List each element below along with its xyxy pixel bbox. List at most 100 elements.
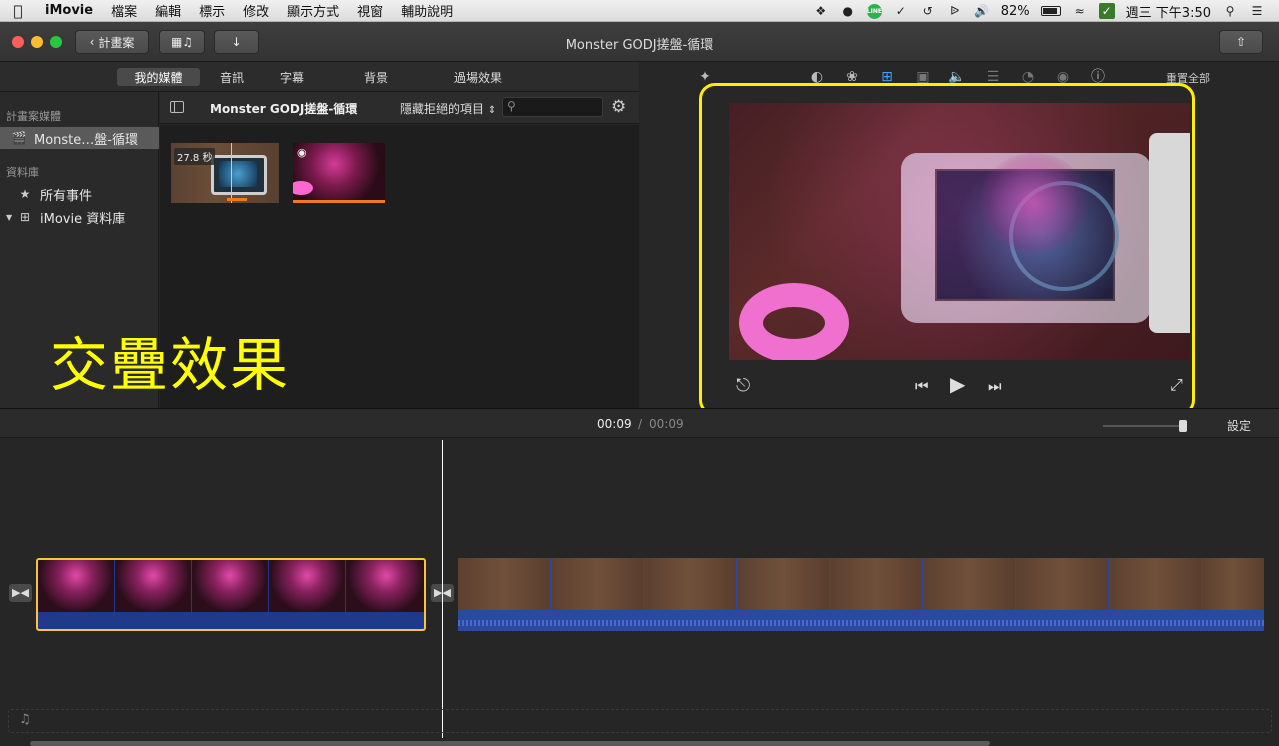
- star-icon: ★: [19, 187, 31, 201]
- clip-frame: [737, 558, 829, 610]
- playhead[interactable]: [442, 440, 443, 738]
- dropbox-icon[interactable]: ❖: [813, 3, 829, 19]
- camera-icon: ◉: [297, 146, 307, 159]
- clip-frame: [644, 558, 736, 610]
- library-heading: 資料庫: [6, 166, 39, 179]
- wifi-icon[interactable]: ≈: [1072, 3, 1088, 19]
- menu-file[interactable]: 檔案: [102, 1, 146, 20]
- search-input[interactable]: [521, 99, 599, 115]
- current-time: 00:09: [597, 417, 632, 431]
- sidebar-all-events-label: 所有事件: [40, 188, 93, 204]
- clapper-icon: 🎬: [11, 131, 27, 145]
- clip-thumbnail-pink[interactable]: ◉: [293, 143, 385, 203]
- sidebar-project-label: Monste…盤-循環: [34, 132, 138, 148]
- spotlight-icon[interactable]: ⚲: [1222, 3, 1238, 19]
- volume-icon[interactable]: 🔊: [974, 3, 990, 19]
- clip-duration-badge: 27.8 秒: [174, 148, 216, 165]
- project-media-heading: 計畫案媒體: [6, 110, 61, 123]
- transition-icon-left[interactable]: ▶◀: [9, 584, 32, 602]
- share-icon: ⇧: [1235, 35, 1247, 49]
- time-separator: /: [638, 417, 643, 431]
- tasks-icon[interactable]: ✓: [893, 3, 909, 19]
- filter-label: 隱藏拒絕的項目: [400, 102, 485, 116]
- search-icon: ⚲: [507, 99, 516, 113]
- clip-frame: [1202, 558, 1264, 610]
- viewer-highlight-frame: ⎋ ⏮ ▶ ⏭ ⤢: [699, 83, 1195, 416]
- menu-view[interactable]: 顯示方式: [278, 1, 348, 20]
- fullscreen-icon[interactable]: ⤢: [1170, 375, 1183, 395]
- audio-waveform: [458, 620, 1264, 626]
- clip-frame: [458, 558, 550, 610]
- menu-help[interactable]: 輔助說明: [392, 1, 462, 20]
- horizontal-scrollbar[interactable]: [30, 741, 990, 746]
- media-browser-header: Monster GODJ搓盤-循環 隱藏拒絕的項目 ⇕ ⚲ ⚙: [160, 92, 639, 124]
- line-icon[interactable]: LINE: [866, 3, 882, 19]
- filter-select[interactable]: 隱藏拒絕的項目 ⇕: [400, 100, 496, 117]
- app-status-icon[interactable]: ✓: [1098, 3, 1115, 19]
- device-display: [219, 161, 257, 187]
- timeline-toolbar: 00:09 / 00:09 設定: [0, 408, 1279, 438]
- updown-chevron-icon: ⇕: [487, 105, 497, 116]
- total-time: 00:09: [649, 417, 684, 431]
- sidebar-item-all-events[interactable]: ★ 所有事件: [0, 183, 159, 205]
- play-icon[interactable]: ▶: [950, 372, 965, 396]
- menu-mark[interactable]: 標示: [190, 1, 234, 20]
- battery-percent: 82%: [1000, 3, 1030, 19]
- sidebar-library-label: iMovie 資料庫: [40, 211, 126, 227]
- menu-edit[interactable]: 編輯: [146, 1, 190, 20]
- sidebar-item-project[interactable]: 🎬 Monste…盤-循環: [0, 127, 159, 149]
- event-title: Monster GODJ搓盤-循環: [210, 102, 358, 116]
- browser-tabs: 我的媒體 音訊 字幕 背景 過場效果: [0, 62, 639, 92]
- timeline-settings-button[interactable]: 設定: [1227, 417, 1251, 434]
- clip-frame: [38, 560, 114, 612]
- skip-back-icon[interactable]: ⏮: [915, 377, 929, 395]
- overlay-caption: 交疊效果: [50, 331, 291, 399]
- gear-icon[interactable]: ⚙: [611, 97, 626, 117]
- imovie-window: { "menubar": { "app_name": "iMovie", "it…: [0, 0, 1279, 746]
- playhead-marker: [231, 143, 232, 203]
- qq-icon[interactable]: ●: [840, 3, 856, 19]
- clip-frame: [115, 560, 191, 612]
- share-button[interactable]: ⇧: [1219, 30, 1263, 54]
- grid-icon: ⊞: [19, 210, 31, 224]
- search-field[interactable]: ⚲: [502, 97, 603, 117]
- title-bar: ‹ 計畫案 ▦♫ ↓ Monster GODJ搓盤-循環 ⇧: [0, 22, 1279, 62]
- pink-disc: [293, 181, 313, 195]
- battery-icon[interactable]: [1040, 6, 1061, 16]
- clip-frame: [551, 558, 643, 610]
- bluetooth-icon[interactable]: ᐉ: [947, 3, 963, 19]
- tab-backgrounds[interactable]: 背景: [356, 68, 396, 86]
- clip-frame: [269, 560, 345, 612]
- clip-thumbnail-device[interactable]: 27.8 秒: [171, 143, 279, 203]
- clip-frame: [923, 558, 1015, 610]
- zoom-slider-knob[interactable]: [1179, 420, 1187, 432]
- used-range-bar: [227, 198, 247, 201]
- clip-frame: [830, 558, 922, 610]
- clock[interactable]: 週三 下午3:50: [1126, 2, 1211, 21]
- used-range-bar-full: [293, 200, 385, 203]
- tab-audio[interactable]: 音訊: [212, 68, 252, 86]
- zoom-slider[interactable]: [1103, 420, 1187, 432]
- sidebar-toggle-icon[interactable]: [170, 101, 184, 113]
- second-clip[interactable]: [458, 558, 1264, 631]
- tab-transitions[interactable]: 過場效果: [446, 68, 510, 86]
- clip-frame: [1109, 558, 1201, 610]
- menu-modify[interactable]: 修改: [234, 1, 278, 20]
- clip-frame: [192, 560, 268, 612]
- menu-app-name[interactable]: iMovie: [36, 3, 102, 18]
- window-title: Monster GODJ搓盤-循環: [565, 38, 714, 53]
- selected-clip[interactable]: [36, 558, 426, 631]
- sidebar-item-library[interactable]: ▼ ⊞ iMovie 資料庫: [0, 206, 159, 228]
- menu-bar:  iMovie 檔案 編輯 標示 修改 顯示方式 視窗 輔助說明 ❖ ● LI…: [0, 0, 1279, 22]
- music-note-icon: ♫: [19, 712, 31, 727]
- tab-titles[interactable]: 字幕: [272, 68, 312, 86]
- microphone-icon[interactable]: ⎋: [736, 375, 750, 396]
- tab-my-media[interactable]: 我的媒體: [117, 68, 200, 86]
- time-machine-icon[interactable]: ↺: [920, 3, 936, 19]
- skip-forward-icon[interactable]: ⏭: [988, 377, 1002, 395]
- music-track[interactable]: ♫: [8, 709, 1272, 733]
- notification-center-icon[interactable]: ☰: [1249, 3, 1265, 19]
- apple-menu-icon[interactable]: : [0, 2, 36, 20]
- disclosure-triangle-icon[interactable]: ▼: [6, 213, 12, 222]
- menu-window[interactable]: 視窗: [348, 1, 392, 20]
